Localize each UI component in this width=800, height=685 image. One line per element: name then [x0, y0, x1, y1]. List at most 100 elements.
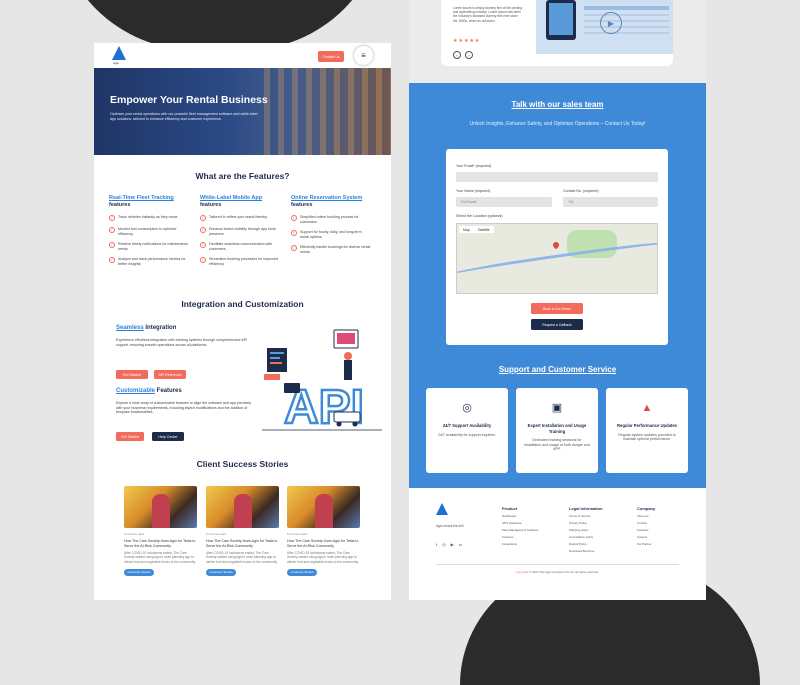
story-body: After COVID-19 lockdowns ended, The Cars…: [206, 551, 278, 564]
name-field[interactable]: Full Name: [456, 197, 552, 207]
support-card: ▲ Regular Performance Updates Regular sy…: [606, 388, 688, 473]
next-arrow-icon[interactable]: ›: [465, 51, 473, 59]
footer-link[interactable]: Careers: [637, 535, 655, 539]
footer-link[interactable]: Features: [502, 535, 538, 539]
request-callback-button[interactable]: Request a Callback: [531, 319, 583, 330]
story-meta: 5 minutes read: [287, 532, 307, 536]
site-footer: Agio knows the drill f ◎ ▶ in Product Da…: [409, 488, 706, 600]
story-card[interactable]: 5 minutes read How The Cars Society Uses…: [124, 486, 197, 576]
footer-logo-icon[interactable]: [436, 503, 448, 515]
feature-item: ✓ Support for hourly, daily, and long-ter…: [291, 229, 362, 239]
testimonial-video[interactable]: ▶: [536, 0, 673, 54]
client-stories-title: Client Success Stories: [196, 459, 289, 469]
footer-link[interactable]: Privacy Policy: [569, 521, 603, 525]
site-header: Agio Contact Us ≡: [94, 43, 391, 69]
footer-link[interactable]: Dashboard: [502, 514, 538, 518]
integration-title: Integration and Customization: [181, 299, 304, 309]
footer-link[interactable]: Features: [637, 528, 655, 532]
footer-link[interactable]: Download Brochure: [569, 549, 603, 553]
customizable-features-title: Customizable Features: [116, 388, 182, 394]
footer-column-product: Product Dashboard GPS Hardware Fleet Man…: [502, 506, 538, 546]
story-card[interactable]: 5 minutes read How The Cars Society Uses…: [206, 486, 279, 576]
tab-satellite[interactable]: Satellite: [474, 226, 494, 233]
check-icon: ✓: [200, 257, 206, 264]
footer-link[interactable]: Terms of Service: [569, 514, 603, 518]
feature-item: ✓ Track vehicles instantly as they move.: [109, 214, 179, 221]
footer-link[interactable]: For Partner: [637, 542, 655, 546]
hero-title: Empower Your Rental Business: [110, 94, 268, 106]
contact-number-field[interactable]: +91: [563, 197, 658, 207]
footer-heading: Product: [502, 506, 518, 511]
youtube-icon[interactable]: ▶: [451, 542, 454, 547]
email-label: Your Email* (required): [456, 164, 492, 168]
feature-item: ✓ Efficiently handle bookings for diverse…: [291, 245, 371, 254]
contact-us-button[interactable]: Contact Us: [318, 51, 344, 62]
social-links: f ◎ ▶ in: [436, 542, 462, 547]
contact-form: Your Email* (required) Your Name (requir…: [446, 149, 668, 345]
footer-column-legal: Legal Information Terms of Service Priva…: [569, 506, 603, 553]
talk-title: Talk with our sales team: [511, 100, 604, 109]
play-icon[interactable]: ▶: [600, 12, 622, 34]
email-field[interactable]: [456, 172, 658, 182]
feature-column-title: Online Reservation System features: [291, 195, 363, 208]
customer-stories-button[interactable]: Customer Stories: [124, 568, 154, 576]
footer-heading: Legal Information: [569, 506, 603, 511]
linkedin-icon[interactable]: in: [459, 542, 462, 547]
check-icon: ✓: [109, 214, 115, 221]
talk-subtitle: Unlock Insights, Enhance Safety, and Opt…: [469, 121, 646, 127]
location-label: Select the Location (optional): [456, 214, 503, 218]
feature-item: ✓ Monitor fuel consumption to optimize ef…: [109, 226, 177, 236]
story-card[interactable]: 5 minutes read How The Cars Society Uses…: [287, 486, 360, 576]
footer-divider: [436, 564, 679, 565]
get-started-button[interactable]: Get Started: [116, 432, 144, 441]
footer-link[interactable]: Refund Policy: [569, 542, 603, 546]
instagram-icon[interactable]: ◎: [442, 542, 446, 547]
feature-item: ✓ Facilitate seamless communication with …: [200, 241, 273, 251]
get-started-button[interactable]: Get Started: [116, 370, 148, 379]
story-title[interactable]: How The Cars Society Uses Agio for Tesla…: [124, 539, 197, 548]
footer-link[interactable]: Fleet Management Software: [502, 528, 538, 532]
check-icon: ✓: [200, 214, 206, 221]
hamburger-icon[interactable]: ≡: [354, 46, 373, 65]
support-card-title: Expert Installation and Usage Training: [527, 423, 587, 434]
customer-stories-button[interactable]: Customer Stories: [206, 568, 236, 576]
story-meta: 5 minutes read: [206, 532, 226, 536]
tab-map[interactable]: Map: [459, 226, 474, 233]
feature-column-title: White-Label Mobile App features: [200, 195, 263, 208]
map-pin-icon[interactable]: [551, 240, 561, 250]
story-title[interactable]: How The Cars Society Uses Agio for Tesla…: [206, 539, 279, 548]
footer-link[interactable]: Integrations: [502, 542, 538, 546]
story-body: After COVID-19 lockdowns ended, The Cars…: [287, 551, 359, 564]
footer-link[interactable]: About us: [637, 514, 655, 518]
help-center-button[interactable]: Help Center: [152, 432, 184, 441]
check-icon: ✓: [200, 241, 206, 249]
support-card-title: Regular Performance Updates: [616, 423, 678, 428]
story-title[interactable]: How The Cars Society Uses Agio for Tesla…: [287, 539, 360, 548]
feature-item: ✓ Analyze and track performance metrics f…: [109, 257, 186, 266]
footer-link[interactable]: Shipping policy: [569, 528, 603, 532]
footer-link[interactable]: GPS Hardware: [502, 521, 538, 525]
feature-item: ✓ Simplified online booking process for c…: [291, 214, 359, 224]
story-image: [124, 486, 197, 528]
api-reference-button[interactable]: API Reference: [154, 370, 186, 379]
footer-column-company: Company About us Contact Features Career…: [637, 506, 655, 546]
footer-link[interactable]: Contact: [637, 521, 655, 525]
support-card: ◎ 24/7 Support Availability 24/7 availab…: [426, 388, 508, 473]
seamless-integration-text: Experience effortless integration with e…: [116, 338, 248, 347]
check-icon: ✓: [109, 241, 115, 249]
logo-text: Agio: [113, 61, 120, 65]
seamless-integration-title: Seamless Integration: [116, 325, 177, 331]
seamless-integration-block: Seamless Integration Experience effortle…: [116, 325, 256, 347]
api-illustration: API: [262, 329, 382, 435]
prev-arrow-icon[interactable]: ‹: [453, 51, 461, 59]
story-meta: 5 minutes read: [124, 532, 144, 536]
check-icon: ✓: [109, 257, 115, 264]
footer-link[interactable]: Cancellation policy: [569, 535, 603, 539]
left-page-preview: Agio Contact Us ≡ Empower Your Rental Bu…: [94, 43, 391, 600]
location-map[interactable]: Map Satellite: [456, 223, 658, 294]
customer-stories-button[interactable]: Customer Stories: [287, 568, 317, 576]
agio-logo-icon[interactable]: [112, 46, 126, 60]
book-demo-button[interactable]: Book a Live Demo: [531, 303, 583, 314]
facebook-icon[interactable]: f: [436, 542, 437, 547]
customizable-features-block: Customizable Features Explore a wide arr…: [116, 388, 256, 415]
